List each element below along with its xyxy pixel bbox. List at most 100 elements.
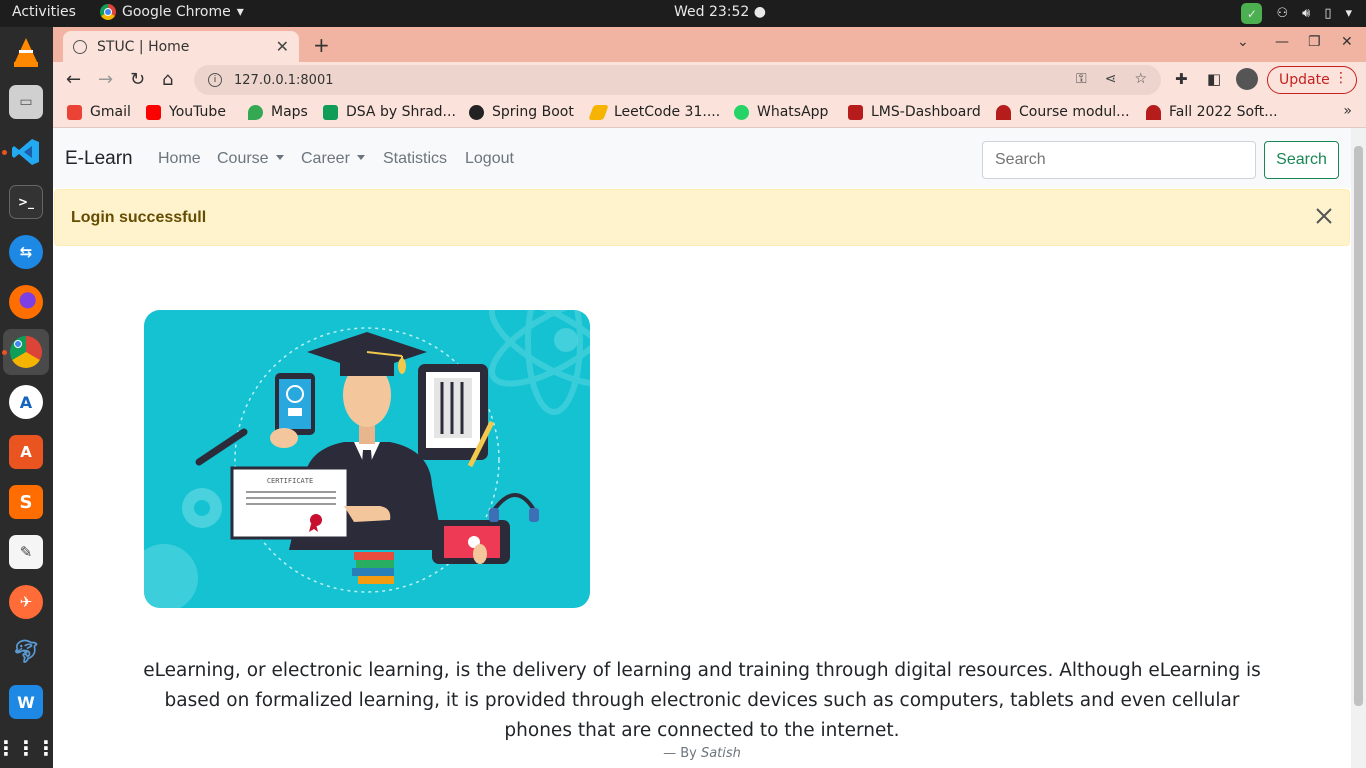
bookmark-dsa[interactable]: DSA by Shrad... [323,104,456,120]
profile-avatar[interactable] [1236,68,1258,90]
bookmark-label: LeetCode 31.... [614,104,721,120]
nav-career-dropdown[interactable]: Career [301,150,365,168]
teamviewer-icon[interactable]: ⇆ [9,235,43,269]
lms-icon [848,104,863,120]
search-button[interactable]: Search [1264,141,1339,179]
page-scrollbar[interactable] [1351,128,1366,768]
bookmark-fall-2022[interactable]: Fall 2022 Soft... [1146,104,1278,120]
terminal-icon[interactable]: >_ [9,185,43,219]
update-check-icon[interactable]: ✓ [1241,3,1263,24]
quote-author: Satish [700,746,741,761]
site-info-icon[interactable]: i [208,73,222,87]
bookmark-label: Course modul... [1019,104,1130,120]
network-icon[interactable]: ⚇ [1276,6,1288,21]
text-editor-icon[interactable]: ✎ [9,535,43,569]
bookmark-lms-dashboard[interactable]: LMS-Dashboard [848,104,981,120]
clock-label: Wed 23:52 [674,4,750,20]
maximize-icon[interactable]: ❐ [1308,34,1321,50]
update-button[interactable]: Update ⋮ [1267,66,1357,94]
extensions-icon[interactable]: ✚ [1175,70,1188,88]
page-viewport: E-Learn Home Course Career Statistics Lo… [53,128,1366,768]
clock[interactable]: Wed 23:52 ● [674,4,766,20]
app-menu[interactable]: Google Chrome ▾ [100,4,244,20]
globe-icon [73,39,87,54]
vscode-icon[interactable] [9,135,43,169]
battery-icon[interactable]: ▯ [1324,6,1331,21]
chevron-down-icon[interactable]: ▾ [1345,6,1352,21]
browser-window: STUC | Home ✕ + ⌄ — ❐ ✕ ← → ↻ ⌂ i 127.0.… [53,27,1366,768]
bookmark-course-module[interactable]: Course modul... [996,104,1130,120]
back-icon[interactable]: ← [66,69,81,90]
chrome-dock-icon[interactable] [9,335,43,369]
update-label: Update [1279,72,1330,88]
postman-icon[interactable]: ✈ [9,585,43,619]
bookmark-maps[interactable]: Maps [248,104,308,120]
bookmark-leetcode[interactable]: LeetCode 31.... [588,104,721,120]
volume-icon[interactable]: 🔊︎ [1302,6,1310,21]
new-tab-icon[interactable]: + [313,33,330,57]
software-center-icon[interactable]: A [9,435,43,469]
university-icon [1146,104,1161,120]
minimize-icon[interactable]: — [1275,34,1289,50]
running-indicator [2,350,7,355]
bookmark-star-icon[interactable]: ☆ [1134,71,1147,87]
sublime-text-icon[interactable]: S [9,485,43,519]
bookmark-label: Maps [271,104,308,120]
webstorm-icon[interactable]: W [9,685,43,719]
bookmark-label: YouTube [169,104,226,120]
app-menu-label: Google Chrome [122,4,231,20]
bookmark-label: Gmail [90,104,131,120]
close-icon[interactable] [1313,205,1335,227]
share-icon[interactable]: ⋖ [1105,71,1117,87]
system-top-bar: Activities Google Chrome ▾ Wed 23:52 ● ✓… [0,0,1366,27]
search-input[interactable] [982,141,1256,179]
nav-logout[interactable]: Logout [465,150,514,168]
tab-title: STUC | Home [97,38,190,55]
side-panel-icon[interactable]: ◧ [1207,70,1221,88]
bookmarks-bar: Gmail YouTube Maps DSA by Shrad... Sprin… [53,98,1366,128]
files-icon[interactable]: ▭ [9,85,43,119]
chrome-icon [10,336,42,368]
tab-search-icon[interactable]: ⌄ [1237,34,1249,50]
bookmark-spring-boot[interactable]: Spring Boot [469,104,574,120]
certificate-text: CERTIFICATE [267,477,313,485]
chrome-icon [100,4,116,20]
window-close-icon[interactable]: ✕ [1341,34,1353,50]
caret-down-icon [275,155,284,160]
sheets-icon [323,104,338,120]
nav-course-dropdown[interactable]: Course [217,150,284,168]
chevron-down-icon: ▾ [236,4,244,20]
bookmark-gmail[interactable]: Gmail [67,104,131,120]
key-icon[interactable]: ⚿ [1076,71,1087,87]
more-bookmarks-icon[interactable]: » [1343,103,1352,119]
home-icon[interactable]: ⌂ [162,69,173,90]
nav-course-label: Course [217,150,269,167]
bookmark-label: DSA by Shrad... [346,104,456,120]
whatsapp-icon [734,104,749,120]
bookmark-whatsapp[interactable]: WhatsApp [734,104,828,120]
firefox-icon[interactable] [9,285,43,319]
mysql-workbench-icon[interactable]: 🐬︎ [9,635,43,669]
reload-icon[interactable]: ↻ [130,69,145,90]
address-bar[interactable]: i 127.0.0.1:8001 ⚿ ⋖ ☆ [194,65,1161,95]
tab-stuc-home[interactable]: STUC | Home ✕ [63,31,299,62]
bookmark-label: WhatsApp [757,104,829,120]
nav-statistics[interactable]: Statistics [383,150,447,168]
android-studio-icon[interactable]: A [9,385,43,419]
vlc-icon[interactable] [9,35,43,69]
youtube-icon [146,104,161,120]
bookmark-label: LMS-Dashboard [871,104,981,120]
nav-home[interactable]: Home [158,150,201,168]
tab-strip: STUC | Home ✕ + ⌄ — ❐ ✕ [53,27,1366,62]
bookmark-youtube[interactable]: YouTube [146,104,226,120]
forward-icon[interactable]: → [98,69,113,90]
show-apps-icon[interactable]: ⋮⋮⋮ [0,731,56,765]
activities-button[interactable]: Activities [12,4,76,20]
close-icon[interactable]: ✕ [276,37,289,56]
site-navbar: E-Learn Home Course Career Statistics Lo… [53,128,1351,188]
system-tray[interactable]: ✓ ⚇ 🔊︎ ▯ ▾ [1241,3,1352,24]
more-menu-icon[interactable]: ⋮ [1334,70,1348,86]
browser-toolbar: ← → ↻ ⌂ i 127.0.0.1:8001 ⚿ ⋖ ☆ ✚ ◧ Updat… [53,62,1366,98]
brand-logo[interactable]: E-Learn [65,148,133,170]
scrollbar-thumb[interactable] [1354,146,1363,706]
